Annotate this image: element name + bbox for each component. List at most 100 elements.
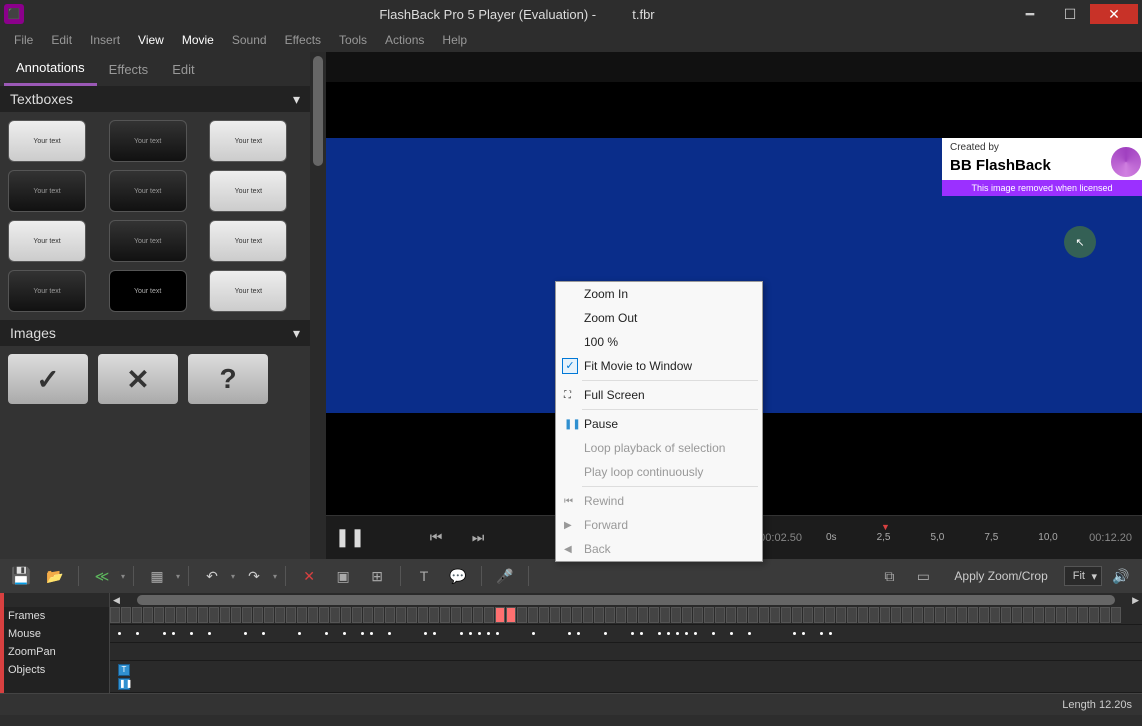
frame-cell[interactable] (209, 607, 219, 623)
delete-button[interactable]: ✕ (294, 563, 324, 589)
menu-tools[interactable]: Tools (331, 30, 375, 50)
textbox-style-7[interactable]: Your text (8, 220, 86, 262)
frame-cell[interactable] (462, 607, 472, 623)
frame-cell[interactable] (836, 607, 846, 623)
clone-button[interactable]: ⧉ (874, 563, 904, 589)
frame-cell[interactable] (968, 607, 978, 623)
frame-cell[interactable] (253, 607, 263, 623)
frame-cell[interactable] (1078, 607, 1088, 623)
frame-cell[interactable] (572, 607, 582, 623)
frame-cell[interactable] (330, 607, 340, 623)
frame-cell[interactable] (187, 607, 197, 623)
menu-actions[interactable]: Actions (377, 30, 432, 50)
frame-cell[interactable] (990, 607, 1000, 623)
textbox-style-1[interactable]: Your text (8, 120, 86, 162)
frame-cell[interactable] (891, 607, 901, 623)
textbox-style-9[interactable]: Your text (209, 220, 287, 262)
time-ruler[interactable]: 0s2,5▼5,07,510,0 (816, 524, 1075, 552)
frame-cell[interactable] (341, 607, 351, 623)
menu-movie[interactable]: Movie (174, 30, 222, 50)
frame-cell[interactable] (143, 607, 153, 623)
prev-frame-button[interactable]: ⏮ (422, 524, 450, 552)
object-marker-text[interactable]: T (118, 664, 130, 676)
frame-cell[interactable] (1001, 607, 1011, 623)
save-button[interactable]: 💾 (6, 563, 36, 589)
export-button[interactable]: ▦ (142, 563, 172, 589)
frame-cell[interactable] (418, 607, 428, 623)
menu-file[interactable]: File (6, 30, 41, 50)
frame-cell[interactable] (396, 607, 406, 623)
frame-cell[interactable] (550, 607, 560, 623)
frame-cell[interactable] (1034, 607, 1044, 623)
frame-cell[interactable] (407, 607, 417, 623)
open-button[interactable]: 📂 (40, 563, 70, 589)
menu-insert[interactable]: Insert (82, 30, 128, 50)
textbox-style-10[interactable]: Your text (8, 270, 86, 312)
frame-cell[interactable] (660, 607, 670, 623)
frame-cell[interactable] (957, 607, 967, 623)
frame-cell[interactable] (308, 607, 318, 623)
frame-cell[interactable] (374, 607, 384, 623)
ctx-fit-movie-to-window[interactable]: Fit Movie to Window (556, 354, 762, 378)
frame-cell[interactable] (1067, 607, 1077, 623)
frame-cell[interactable] (198, 607, 208, 623)
frame-cell[interactable] (803, 607, 813, 623)
frame-cell[interactable] (352, 607, 362, 623)
frame-cell[interactable] (121, 607, 131, 623)
frame-cell[interactable] (1100, 607, 1110, 623)
share-button[interactable]: ≪ (87, 563, 117, 589)
fit-dropdown[interactable]: Fit ▾ (1064, 566, 1102, 586)
frame-cell[interactable] (979, 607, 989, 623)
mouse-track[interactable] (110, 625, 1142, 643)
left-scrollbar[interactable] (310, 52, 326, 559)
frame-cell[interactable] (539, 607, 549, 623)
comment-button[interactable]: 💬 (443, 563, 473, 589)
insert-button[interactable]: ⊞ (362, 563, 392, 589)
playhead-marker[interactable] (0, 593, 4, 693)
redo-button[interactable]: ↷ (239, 563, 269, 589)
ctx-zoom-in[interactable]: Zoom In (556, 282, 762, 306)
frame-cell[interactable] (869, 607, 879, 623)
frame-cell[interactable] (363, 607, 373, 623)
textbox-style-8[interactable]: Your text (109, 220, 187, 262)
frame-cell[interactable] (176, 607, 186, 623)
frame-cell[interactable] (902, 607, 912, 623)
track-label-objects[interactable]: Objects (0, 661, 109, 679)
frame-cell[interactable] (1056, 607, 1066, 623)
frame-cell[interactable] (715, 607, 725, 623)
menu-edit[interactable]: Edit (43, 30, 80, 50)
frame-cell[interactable] (440, 607, 450, 623)
frame-cell[interactable] (935, 607, 945, 623)
frame-cell[interactable] (693, 607, 703, 623)
menu-sound[interactable]: Sound (224, 30, 275, 50)
tab-edit[interactable]: Edit (160, 54, 206, 85)
frames-track[interactable] (110, 607, 1142, 625)
image-question-icon[interactable]: ? (188, 354, 268, 404)
frame-cell[interactable] (165, 607, 175, 623)
frame-cell[interactable] (1012, 607, 1022, 623)
frame-cell[interactable] (1089, 607, 1099, 623)
frame-cell[interactable] (583, 607, 593, 623)
horizontal-scrollbar[interactable]: ◀ ▶ (110, 593, 1142, 607)
frame-cell[interactable] (737, 607, 747, 623)
text-button[interactable]: T (409, 563, 439, 589)
menu-help[interactable]: Help (434, 30, 475, 50)
frame-cell[interactable] (528, 607, 538, 623)
object-marker-pause[interactable]: ❚❚ (118, 678, 130, 690)
frame-cell[interactable] (473, 607, 483, 623)
section-images-header[interactable]: Images ▾ (0, 320, 310, 346)
pause-button[interactable]: ❚❚ (336, 524, 364, 552)
frame-cell[interactable] (231, 607, 241, 623)
frame-cell[interactable] (671, 607, 681, 623)
textbox-style-2[interactable]: Your text (109, 120, 187, 162)
ctx-zoom-out[interactable]: Zoom Out (556, 306, 762, 330)
apply-zoom-crop-label[interactable]: Apply Zoom/Crop (942, 569, 1059, 583)
frame-cell[interactable] (495, 607, 505, 623)
tab-annotations[interactable]: Annotations (4, 52, 97, 86)
menu-view[interactable]: View (130, 30, 172, 50)
frame-cell[interactable] (1045, 607, 1055, 623)
maximize-button[interactable]: ☐ (1050, 4, 1090, 24)
frame-cell[interactable] (154, 607, 164, 623)
ctx-full-screen[interactable]: ⛶Full Screen (556, 383, 762, 407)
ctx-pause[interactable]: ❚❚Pause (556, 412, 762, 436)
